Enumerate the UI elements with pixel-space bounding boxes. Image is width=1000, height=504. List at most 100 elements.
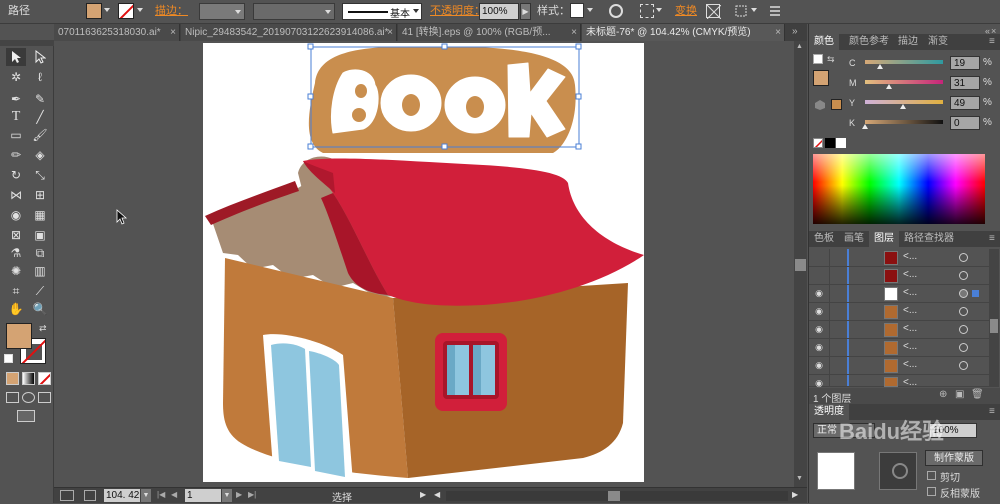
tab-swatches[interactable]: 色板: [809, 231, 839, 247]
close-icon[interactable]: ×: [571, 24, 577, 41]
default-colors-icon[interactable]: [4, 354, 13, 363]
layer-row[interactable]: <...: [809, 267, 989, 285]
eye-icon[interactable]: ◉: [813, 379, 825, 388]
gamut-swatch[interactable]: [831, 99, 842, 110]
graphic-style-swatch[interactable]: [570, 3, 584, 18]
tab-color-guide[interactable]: 颜色参考: [844, 34, 894, 50]
recolor-artwork-icon[interactable]: [609, 4, 623, 18]
panel-fill-swatch[interactable]: [813, 70, 829, 86]
mesh-tool-icon[interactable]: ⊠: [6, 226, 26, 244]
vertical-scrollbar[interactable]: ▲ ▼: [794, 41, 807, 487]
panel-menu-icon[interactable]: ≡: [989, 406, 995, 417]
slice-tool-icon[interactable]: ⟋: [30, 282, 50, 300]
scale-tool-icon[interactable]: ⤡: [30, 166, 50, 184]
tab-doc-2[interactable]: Nipic_29483542_20190703122623914086.ai* ×: [181, 24, 397, 41]
none-mode-icon[interactable]: [38, 372, 51, 385]
draw-inside-icon[interactable]: [38, 392, 51, 403]
pencil-tool-icon[interactable]: ✏: [6, 146, 26, 164]
tab-doc-active[interactable]: 未标题-76* @ 104.42% (CMYK/预览) ×: [582, 24, 785, 41]
house-artwork[interactable]: [203, 43, 644, 483]
opacity-arrow-icon[interactable]: ▶: [520, 3, 531, 20]
last-page-icon[interactable]: ▶|: [248, 490, 256, 499]
vertical-scroll-thumb[interactable]: [795, 259, 806, 271]
mask-thumbnail[interactable]: [879, 452, 917, 490]
layers-scrollbar[interactable]: [989, 249, 999, 387]
type-tool-icon[interactable]: T: [6, 108, 26, 126]
new-sublayer-icon[interactable]: ⊕: [939, 389, 947, 400]
layer-row[interactable]: ◉ <...: [809, 339, 989, 357]
rectangle-tool-icon[interactable]: ▭: [6, 126, 26, 144]
gradient-mode-icon[interactable]: [22, 372, 35, 385]
layer-row[interactable]: ◉ <...: [809, 303, 989, 321]
transform-link[interactable]: 变换: [675, 3, 697, 20]
close-icon[interactable]: ×: [170, 24, 176, 41]
stroke-swatch[interactable]: [118, 3, 134, 19]
artboard-tool-icon[interactable]: ⌗: [6, 282, 26, 300]
direct-selection-tool-icon[interactable]: [30, 48, 50, 66]
blend-tool-icon[interactable]: ⧉: [30, 244, 50, 262]
eye-icon[interactable]: ◉: [813, 289, 825, 298]
export-icon[interactable]: [84, 490, 96, 501]
variable-width-select[interactable]: [253, 3, 335, 20]
gradient-tool-icon[interactable]: ▣: [30, 226, 50, 244]
zoom-input[interactable]: 104. 42: [104, 489, 140, 502]
zoom-tool-icon[interactable]: 🔍: [30, 300, 50, 318]
target-icon[interactable]: [959, 271, 968, 280]
layer-row[interactable]: ◉ <...: [809, 357, 989, 375]
panel-menu-icon[interactable]: ≡: [989, 233, 995, 244]
perspective-grid-tool-icon[interactable]: ▦: [30, 206, 50, 224]
stroke-dropdown-icon[interactable]: [137, 8, 143, 12]
new-layer-icon[interactable]: ▣: [955, 389, 964, 400]
fill-dropdown-icon[interactable]: [104, 8, 110, 12]
panel-menu-icon[interactable]: [768, 4, 782, 18]
slider-thumb[interactable]: [900, 104, 907, 109]
eye-icon[interactable]: ◉: [813, 325, 825, 334]
horizontal-scroll-thumb[interactable]: [608, 491, 620, 501]
target-icon[interactable]: [959, 343, 968, 352]
graph-tool-icon[interactable]: ▥: [30, 262, 50, 280]
symbol-sprayer-tool-icon[interactable]: ✺: [6, 262, 26, 280]
prev-page-icon[interactable]: ◀: [171, 490, 177, 499]
paintbrush-tool-icon[interactable]: 🖌: [30, 126, 50, 144]
fill-swatch[interactable]: [86, 3, 102, 19]
channel-value-input[interactable]: 49: [950, 96, 980, 110]
slider-thumb[interactable]: [886, 84, 893, 89]
opacity-label[interactable]: 不透明度：: [430, 3, 485, 20]
layer-row[interactable]: ◉ <...: [809, 375, 989, 388]
stroke-label[interactable]: 描边：: [155, 3, 188, 20]
color-none-icon[interactable]: [813, 54, 823, 64]
swap-colors-icon[interactable]: ⇄: [39, 323, 47, 334]
swap-fill-stroke-icon[interactable]: ⇆: [827, 54, 835, 65]
horizontal-scrollbar[interactable]: [446, 491, 788, 501]
rotate-tool-icon[interactable]: ↻: [6, 166, 26, 184]
artboard-nav-icon[interactable]: [60, 490, 74, 501]
pen-tool-icon[interactable]: ✒: [6, 90, 26, 108]
layer-row[interactable]: <...: [809, 249, 989, 267]
target-icon[interactable]: [959, 289, 968, 298]
slider-thumb[interactable]: [876, 64, 883, 69]
screen-mode-icon[interactable]: [17, 410, 35, 422]
make-mask-button[interactable]: 制作蒙版: [925, 450, 983, 466]
target-icon[interactable]: [959, 307, 968, 316]
selection-indicator[interactable]: [972, 290, 979, 297]
stroke-weight-select[interactable]: [199, 3, 245, 20]
channel-value-input[interactable]: 0: [950, 116, 980, 130]
first-page-icon[interactable]: |◀: [157, 490, 165, 499]
slider-thumb[interactable]: [862, 124, 868, 129]
none-swatch[interactable]: [813, 138, 823, 148]
tab-layers[interactable]: 图层: [869, 231, 899, 247]
align-icon[interactable]: [640, 4, 654, 18]
line-tool-icon[interactable]: ╱: [30, 108, 50, 126]
style-dropdown-icon[interactable]: [587, 8, 593, 12]
draw-behind-icon[interactable]: [22, 392, 35, 403]
next-page-icon[interactable]: ▶: [236, 490, 242, 499]
layer-row[interactable]: ◉ <...: [809, 321, 989, 339]
hscroll-left-icon[interactable]: ◀: [434, 490, 440, 499]
tab-doc-1[interactable]: 0701163625318030.ai* ×: [54, 24, 180, 41]
tab-brushes[interactable]: 画笔: [839, 231, 869, 247]
width-tool-icon[interactable]: ⋈: [6, 186, 26, 204]
layers-scroll-thumb[interactable]: [990, 319, 998, 333]
lasso-tool-icon[interactable]: ℓ: [30, 68, 50, 86]
eye-icon[interactable]: ◉: [813, 343, 825, 352]
curvature-tool-icon[interactable]: ✎: [30, 90, 50, 108]
